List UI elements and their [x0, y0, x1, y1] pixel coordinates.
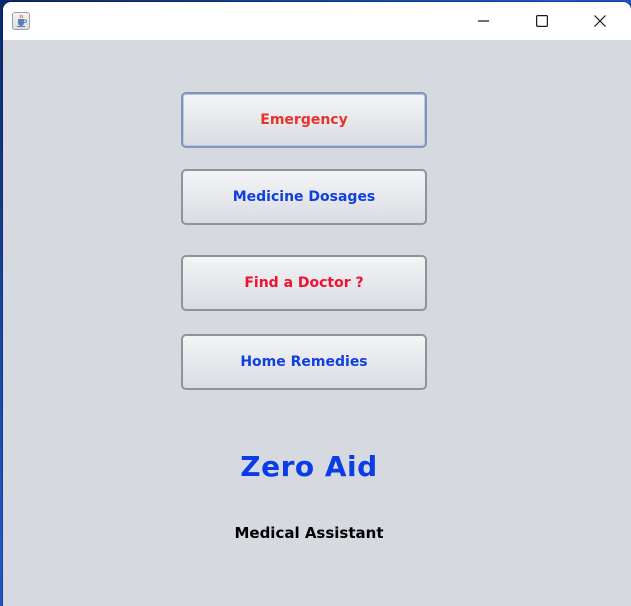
close-icon — [594, 15, 606, 27]
app-window: Emergency Medicine Dosages Find a Doctor… — [3, 2, 631, 606]
home-remedies-button[interactable]: Home Remedies — [181, 334, 427, 390]
medicine-dosages-button-label: Medicine Dosages — [232, 189, 376, 205]
maximize-button[interactable] — [513, 2, 571, 40]
main-panel: Emergency Medicine Dosages Find a Doctor… — [3, 40, 631, 606]
minimize-button[interactable] — [455, 2, 513, 40]
emergency-button[interactable]: Emergency — [181, 92, 427, 148]
app-title: Zero Aid — [240, 450, 378, 483]
title-bar[interactable] — [3, 2, 631, 40]
home-remedies-button-label: Home Remedies — [240, 354, 368, 370]
close-button[interactable] — [571, 2, 629, 40]
maximize-icon — [536, 15, 548, 27]
find-doctor-button[interactable]: Find a Doctor ? — [181, 255, 427, 311]
emergency-button-label: Emergency — [260, 112, 348, 128]
minimize-icon — [478, 20, 489, 22]
app-subtitle: Medical Assistant — [234, 524, 384, 542]
find-doctor-button-label: Find a Doctor ? — [244, 275, 364, 291]
java-cup-icon[interactable] — [12, 12, 30, 30]
medicine-dosages-button[interactable]: Medicine Dosages — [181, 169, 427, 225]
